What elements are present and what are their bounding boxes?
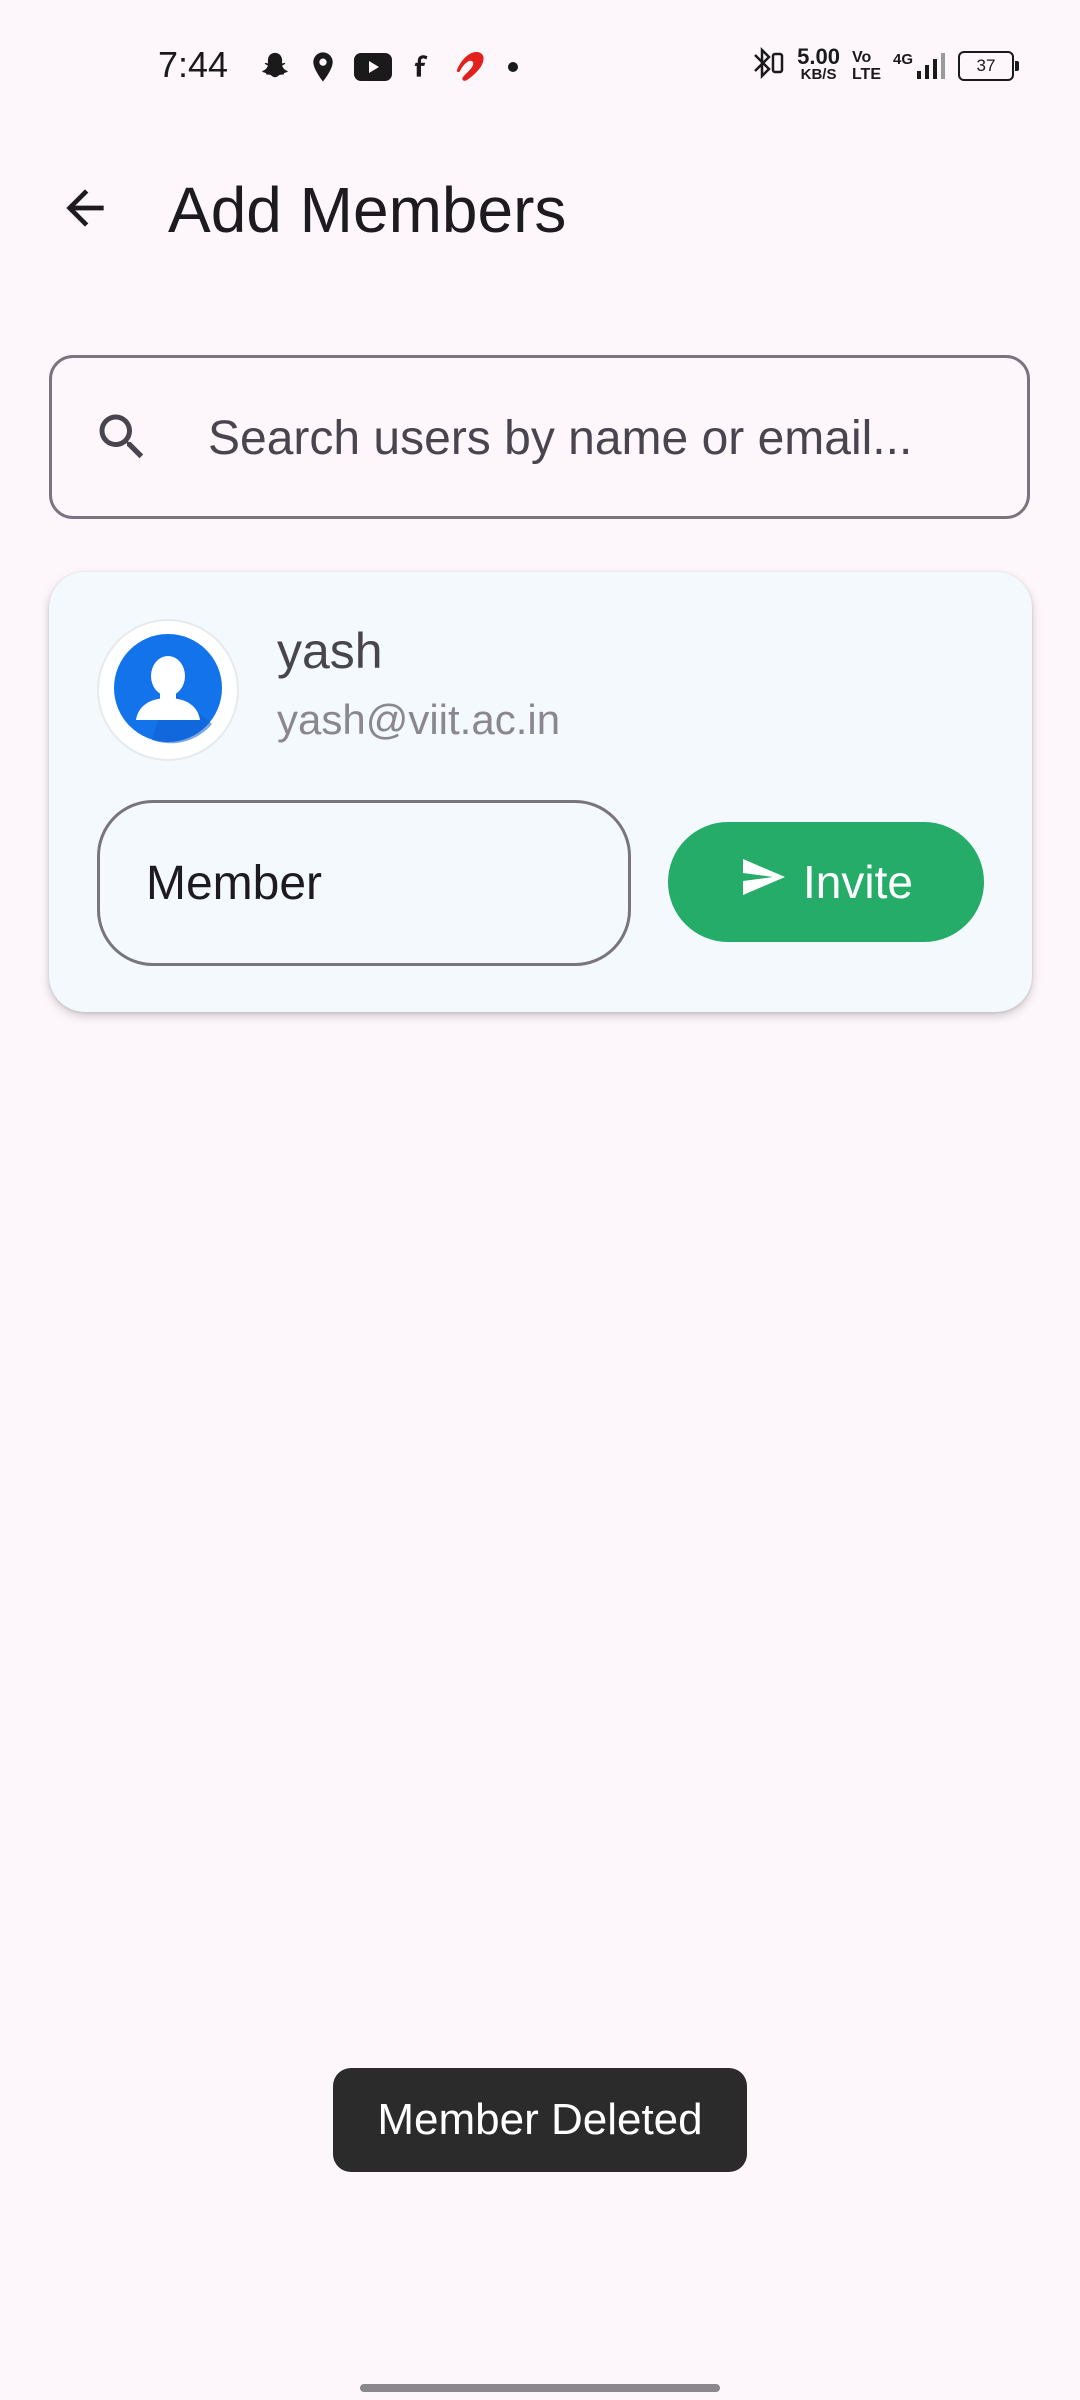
notification-icons: [258, 48, 520, 86]
search-icon: [92, 407, 152, 467]
app-bar: Add Members: [0, 150, 1080, 270]
snackbar-message: Member Deleted: [377, 2095, 703, 2144]
status-bar: 7:44 5.00 KB/S Vo LTE 4G 37: [0, 0, 1080, 136]
signal-icon: 4G: [893, 51, 946, 81]
role-value: Member: [146, 856, 323, 910]
user-avatar-icon: [112, 632, 224, 749]
bluetooth-icon: [749, 46, 785, 85]
search-field[interactable]: [49, 355, 1030, 519]
gesture-bar[interactable]: [360, 2384, 720, 2392]
battery-level: 37: [976, 55, 996, 75]
battery-icon: 37: [958, 50, 1019, 81]
status-time: 7:44: [158, 44, 229, 85]
back-button[interactable]: [40, 178, 130, 242]
network-speed: 5.00 KB/S: [797, 43, 840, 83]
youtube-icon: [354, 53, 392, 81]
invite-button[interactable]: Invite: [668, 822, 984, 942]
search-input[interactable]: [206, 358, 997, 518]
system-status: 5.00 KB/S Vo LTE 4G 37: [749, 43, 1019, 85]
snackbar: Member Deleted: [333, 2068, 747, 2172]
avatar: [97, 619, 239, 761]
user-name: yash: [277, 623, 383, 679]
snapchat-icon: [258, 50, 292, 84]
network-type: 4G: [892, 50, 913, 68]
arrow-back-icon: [57, 180, 113, 241]
invite-label: Invite: [803, 856, 913, 908]
send-icon: [739, 853, 787, 912]
user-email: yash@viit.ac.in: [277, 696, 561, 743]
user-card: yash yash@viit.ac.in Member Invite: [49, 572, 1032, 1012]
dot-icon: [506, 60, 520, 74]
airtel-icon: [450, 48, 490, 86]
location-pin-icon: [308, 50, 338, 84]
volte-indicator: Vo LTE: [851, 48, 881, 83]
role-dropdown[interactable]: Member: [97, 800, 631, 966]
flipkart-icon: [408, 52, 434, 82]
page-title: Add Members: [168, 174, 567, 246]
